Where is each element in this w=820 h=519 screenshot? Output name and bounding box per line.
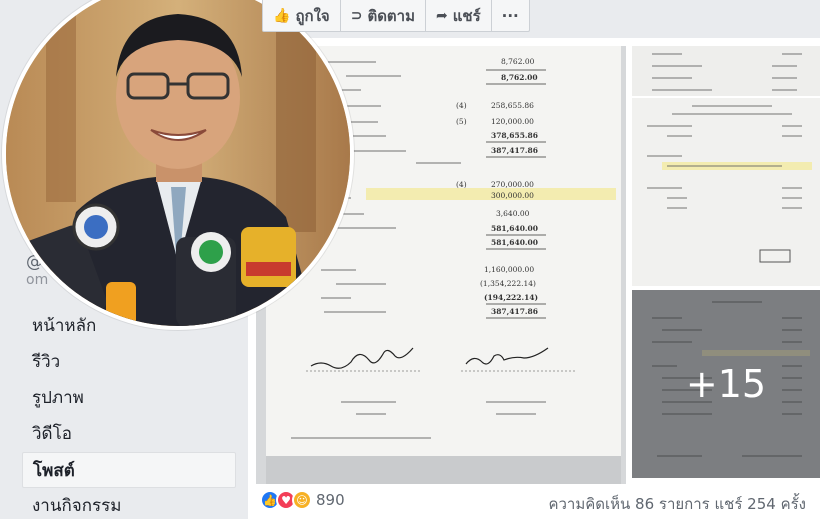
follow-button[interactable]: ⊃ ติดตาม [341, 0, 426, 31]
doc-value-9: 3,640.00 [496, 209, 530, 218]
shares-count[interactable]: แชร์ 254 ครั้ง [715, 495, 807, 513]
doc-value-10: 581,640.00 [491, 224, 538, 233]
like-page-label: ถูกใจ [295, 6, 330, 25]
doc-value-14: (194,222.14) [484, 293, 538, 302]
more-options-button[interactable]: ··· [492, 0, 529, 31]
sidebar-item-videos[interactable]: วิดีโอ [22, 416, 236, 452]
doc-value-5: 378,655.86 [491, 131, 538, 140]
document-scan-thumb [632, 98, 820, 286]
doc-value-11: 581,640.00 [491, 238, 538, 247]
share-button[interactable]: ➦ แชร์ [426, 0, 492, 31]
doc-value-1: 8,762.00 [501, 57, 535, 66]
sidebar-item-events[interactable]: งานกิจกรรม [22, 488, 236, 519]
profile-photo-image [6, 0, 350, 326]
sidebar-nav: หน้าหลัก รีวิว รูปภาพ วิดีโอ โพสต์ งานกิ… [22, 308, 236, 519]
follow-label: ติดตาม [367, 6, 415, 25]
sidebar-item-reviews[interactable]: รีวิว [22, 344, 236, 380]
haha-reaction-icon: ☺ [292, 490, 312, 510]
post-stats: ความคิดเห็น 86 รายการ แชร์ 254 ครั้ง [548, 492, 806, 516]
share-arrow-icon: ➦ [436, 7, 448, 24]
doc-note-1: (4) [456, 101, 467, 110]
document-scan-thumb [632, 46, 820, 96]
more-options-label: ··· [501, 6, 519, 25]
doc-value-3: 258,655.86 [491, 101, 534, 110]
more-photos-overlay[interactable]: +15 [632, 290, 820, 478]
post-photo-thumb-3[interactable]: +15 [632, 290, 820, 478]
reaction-count: 890 [316, 491, 345, 509]
doc-value-4: 120,000.00 [491, 117, 534, 126]
doc-value-13: (1,354,222.14) [480, 279, 536, 288]
like-page-button[interactable]: 👍 ถูกใจ [263, 0, 341, 31]
page-handle-fragment-2: om [26, 272, 49, 288]
post-photo-thumb-1[interactable] [632, 46, 820, 96]
sidebar-item-posts[interactable]: โพสต์ [22, 452, 236, 488]
doc-value-12: 1,160,000.00 [484, 265, 534, 274]
share-label: แชร์ [452, 6, 481, 25]
doc-value-15: 387,417.86 [491, 307, 538, 316]
doc-value-7: 270,000.00 [491, 180, 534, 189]
doc-value-2: 8,762.00 [501, 73, 538, 82]
doc-note-3: (4) [456, 180, 467, 189]
post-photo-thumb-2[interactable] [632, 98, 820, 286]
reactions-summary[interactable]: 👍 ♥ ☺ 890 [260, 490, 345, 510]
doc-note-2: (5) [456, 117, 467, 126]
sidebar-item-photos[interactable]: รูปภาพ [22, 380, 236, 416]
comments-count[interactable]: ความคิดเห็น 86 รายการ [548, 495, 709, 513]
page-action-bar: 👍 ถูกใจ ⊃ ติดตาม ➦ แชร์ ··· [262, 0, 530, 32]
doc-value-6: 387,417.86 [491, 146, 538, 155]
thumbs-up-icon: 👍 [273, 7, 291, 24]
rss-icon: ⊃ [350, 7, 363, 24]
doc-value-8: 300,000.00 [491, 191, 534, 200]
